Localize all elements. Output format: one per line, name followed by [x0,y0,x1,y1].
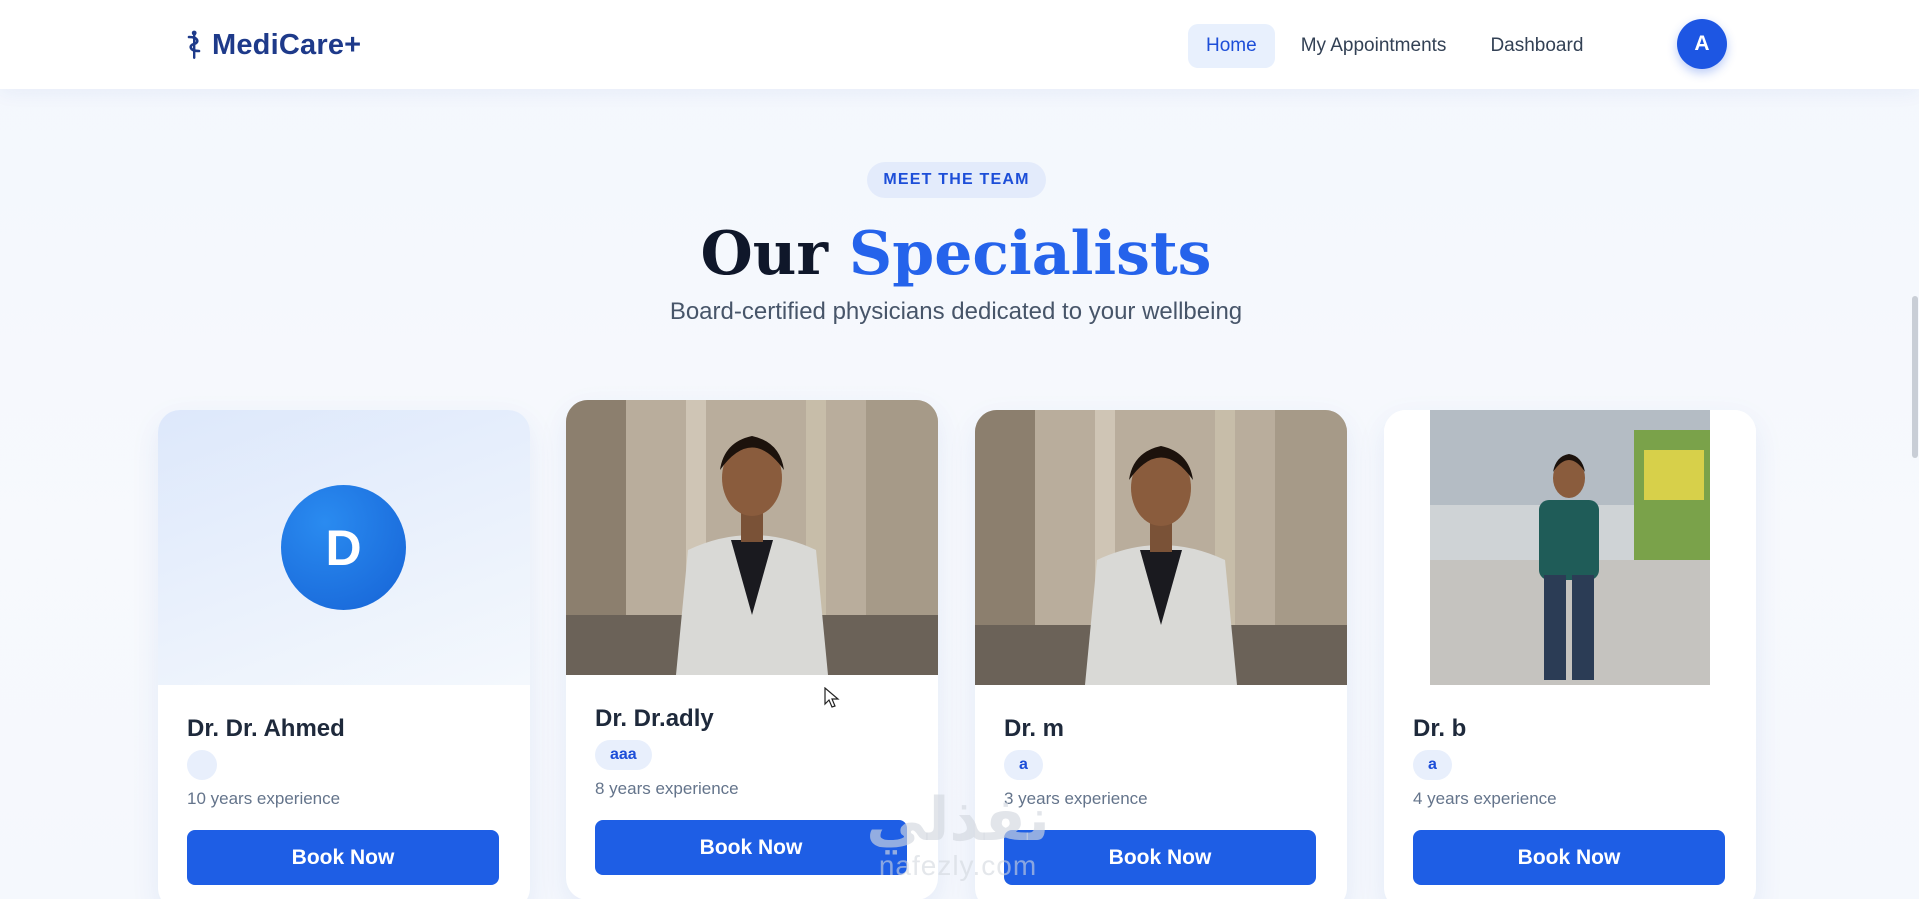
book-now-button[interactable]: Book Now [187,830,499,885]
section-subtitle: Board-certified physicians dedicated to … [669,298,1243,325]
specialty-badge [187,750,217,780]
title-main: Our [700,219,829,289]
book-now-button[interactable]: Book Now [595,820,907,875]
specialty-badge: a [1004,750,1043,780]
mouse-cursor-icon [824,687,840,708]
nav-link-dashboard[interactable]: Dashboard [1472,24,1601,68]
title-accent: Specialists [848,219,1212,289]
doctor-portrait-image [566,400,938,675]
doctor-experience: 10 years experience [187,789,341,808]
doctor-experience: 4 years experience [1413,789,1557,808]
doctor-initial-avatar: D [281,485,406,610]
specialty-badge: a [1413,750,1452,780]
doctor-portrait-image [975,410,1347,685]
scrollbar-thumb[interactable] [1912,296,1918,458]
caduceus-icon [187,30,201,59]
doctor-photo [975,410,1347,685]
doctor-experience: 3 years experience [1004,789,1148,808]
doctor-card: Dr. m a 3 years experience Book Now [975,410,1347,899]
section-title: Our Specialists [0,212,1912,296]
doctor-portrait-image [1384,410,1756,685]
doctor-card: D Dr. Dr. Ahmed 10 years experience Book… [158,410,530,899]
nav-link-my-appointments[interactable]: My Appointments [1283,24,1465,68]
page-scrollbar[interactable] [1911,89,1919,899]
doctor-card: Dr. Dr.adly aaa 8 years experience Book … [566,400,938,899]
doctor-photo [1384,410,1756,685]
section-eyebrow-badge: MEET THE TEAM [867,162,1046,198]
doctor-card: Dr. b a 4 years experience Book Now [1384,410,1756,899]
specialty-badge: aaa [595,740,652,770]
doctor-photo-placeholder: D [158,410,530,685]
main-nav: Home My Appointments Dashboard [1188,24,1601,68]
doctor-experience: 8 years experience [595,779,739,798]
brand-logo[interactable]: MediCare+ [186,26,361,64]
book-now-button[interactable]: Book Now [1413,830,1725,885]
doctor-name: Dr. b [1413,715,1467,742]
brand-name: MediCare+ [212,28,362,61]
doctor-photo [566,400,938,675]
doctor-name: Dr. Dr. Ahmed [187,715,345,742]
top-navbar: MediCare+ Home My Appointments Dashboard… [0,0,1919,89]
user-avatar[interactable]: A [1677,19,1727,69]
doctor-name: Dr. m [1004,715,1065,742]
doctor-name: Dr. Dr.adly [595,705,714,732]
book-now-button[interactable]: Book Now [1004,830,1316,885]
nav-link-home[interactable]: Home [1188,24,1275,68]
